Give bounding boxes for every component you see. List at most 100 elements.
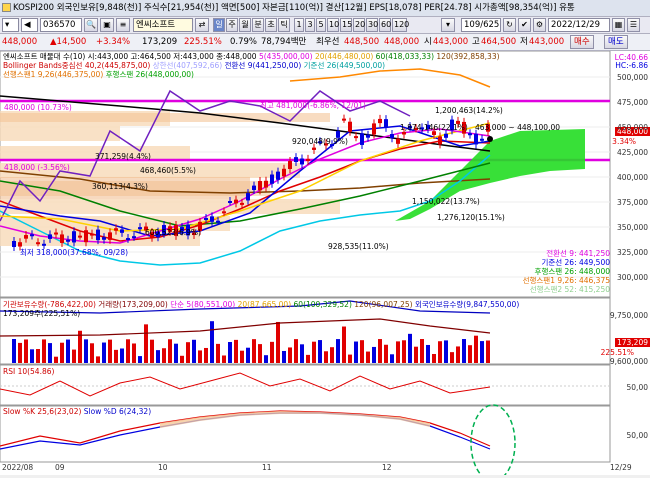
volume-bar xyxy=(324,351,328,363)
list-icon[interactable]: ≡ xyxy=(116,18,130,32)
volume-bar xyxy=(366,351,370,363)
volume-bar xyxy=(102,342,106,363)
right-legend-2: 기준선 26: 449,500 xyxy=(541,258,610,267)
volume-bar xyxy=(480,341,484,363)
candle xyxy=(108,232,112,240)
volume-bar xyxy=(222,355,226,363)
span1-legend: 선행스팬1 9,26(446,375,00) xyxy=(3,70,104,79)
volume-bar xyxy=(258,344,262,363)
hold-icon[interactable]: ▣ xyxy=(100,18,114,32)
interval-3-button[interactable]: 3 xyxy=(305,18,315,32)
best-ask-label: 최우선 xyxy=(316,37,340,47)
interval-120-button[interactable]: 120 xyxy=(392,18,409,32)
interval-60-button[interactable]: 60 xyxy=(379,18,391,32)
volume-bar xyxy=(444,340,448,363)
interval-10-button[interactable]: 10 xyxy=(327,18,339,32)
stock-name-field[interactable]: 엔씨소프트 xyxy=(133,18,193,32)
stoch-k-legend: Slow %K 25,6(23,02) xyxy=(3,407,82,416)
refresh-icon[interactable]: ↻ xyxy=(503,18,516,32)
buy-button[interactable]: 매수 xyxy=(570,35,594,49)
candle xyxy=(234,199,238,204)
rsi-panel-frame xyxy=(0,364,611,406)
volume-bar xyxy=(228,342,232,363)
calendar-icon[interactable]: ▦ xyxy=(612,18,625,32)
best-ask: 448,500 xyxy=(344,37,380,47)
chart-area[interactable]: 엔씨소프트 매물대 수(10) 시:443,000 고:464,500 저:44… xyxy=(0,50,650,478)
price-y-tick: 300,000 xyxy=(616,273,648,282)
volume-bar xyxy=(330,347,334,363)
vol-legend: 거래량(173,209,00) xyxy=(98,300,168,309)
menu-icon[interactable]: ☰ xyxy=(627,18,640,32)
open-value: 443,000 xyxy=(433,37,469,47)
volume-bar xyxy=(132,343,136,363)
stock-code-input[interactable]: 036570 xyxy=(40,18,82,32)
right-legend-4: 선행스팬1 9,26: 446,375 xyxy=(522,276,610,285)
volume-bar xyxy=(474,335,478,363)
tab-month[interactable]: 월 xyxy=(239,18,251,32)
hc-label: HC:-6.86 xyxy=(615,61,648,70)
conversion-legend: 전환선 9(441,250,00) xyxy=(224,61,302,70)
volume-bar xyxy=(96,356,100,363)
volume-bar xyxy=(120,348,124,363)
candle xyxy=(210,216,214,222)
tab-day[interactable]: 일 xyxy=(213,18,225,32)
volume-bar xyxy=(390,354,394,363)
vol-y-tick-1: 9,750,000 xyxy=(609,311,648,320)
candle xyxy=(258,181,262,191)
volume-bar xyxy=(48,343,52,363)
link-icon[interactable]: ⇄ xyxy=(195,18,209,32)
count-field[interactable]: 109/625 xyxy=(461,18,501,32)
volume-bar xyxy=(402,340,406,363)
volume-bar xyxy=(144,324,148,363)
rsi-line xyxy=(0,372,491,397)
current-pct-tag: 3.34% xyxy=(612,137,636,146)
settings-icon[interactable]: ⚙ xyxy=(533,18,546,32)
interval-15-button[interactable]: 15 xyxy=(340,18,352,32)
volume-bar xyxy=(270,341,274,363)
volume-bar xyxy=(24,339,28,363)
candle xyxy=(30,234,34,237)
vp-label-5: 928,535(11.0%) xyxy=(328,242,389,251)
dropdown-icon[interactable]: ▾ xyxy=(2,18,19,32)
vol-ma5-legend: 단순 5(80,551,00) xyxy=(170,300,236,309)
tab-tick[interactable]: 틱 xyxy=(278,18,290,32)
prev-arrow-icon[interactable]: ◀ xyxy=(21,18,38,32)
vol-ma60-legend: 60(100,329,52) xyxy=(293,300,352,309)
volume-pct-tag: 225.51% xyxy=(600,348,634,357)
low-label: 저 xyxy=(520,37,528,47)
volume-bar xyxy=(438,341,442,363)
low-marker: 최저 318,000(37.68%, 09/28) xyxy=(20,248,129,257)
interval-20-button[interactable]: 20 xyxy=(353,18,365,32)
date-field[interactable]: 2022/12/29 xyxy=(548,18,610,32)
interval-1-button[interactable]: 1 xyxy=(294,18,304,32)
vp-label-3: 1,150,022(13.7%) xyxy=(412,197,480,206)
interval-5-button[interactable]: 5 xyxy=(316,18,326,32)
open-label: 시 xyxy=(424,37,432,47)
sell-button[interactable]: 매도 xyxy=(604,35,628,49)
candle xyxy=(396,138,400,144)
volume-bar xyxy=(18,342,22,363)
volume-bar xyxy=(42,339,46,363)
tab-week[interactable]: 주 xyxy=(226,18,238,32)
volume-bar xyxy=(210,321,214,363)
vp-label-4: 1,276,120(15.1%) xyxy=(437,213,505,222)
volume-bar xyxy=(36,349,40,363)
volume-bar xyxy=(240,350,244,363)
candle xyxy=(246,193,250,201)
pin-icon[interactable]: ✔ xyxy=(518,18,531,32)
vp-label-6: 371,259(4.4%) xyxy=(95,152,151,161)
interval-30-button[interactable]: 30 xyxy=(366,18,378,32)
x-axis-label: 12 xyxy=(382,463,392,472)
volume-bar xyxy=(414,346,418,363)
rsi-legend: RSI 10(54.86) xyxy=(3,367,55,376)
tab-minute[interactable]: 분 xyxy=(252,18,264,32)
ma5-legend: 5(435,000,00) xyxy=(258,52,313,61)
vol-ma20-legend: 20(87,665,00) xyxy=(237,300,292,309)
candle xyxy=(60,234,64,243)
candle xyxy=(360,133,364,145)
candle xyxy=(348,121,352,132)
tab-second[interactable]: 초 xyxy=(265,18,277,32)
level-418: 418,000 (-3.56%) xyxy=(4,163,70,172)
chevron-down-icon[interactable]: ▾ xyxy=(441,18,455,32)
search-icon[interactable]: 🔍 xyxy=(84,18,98,32)
